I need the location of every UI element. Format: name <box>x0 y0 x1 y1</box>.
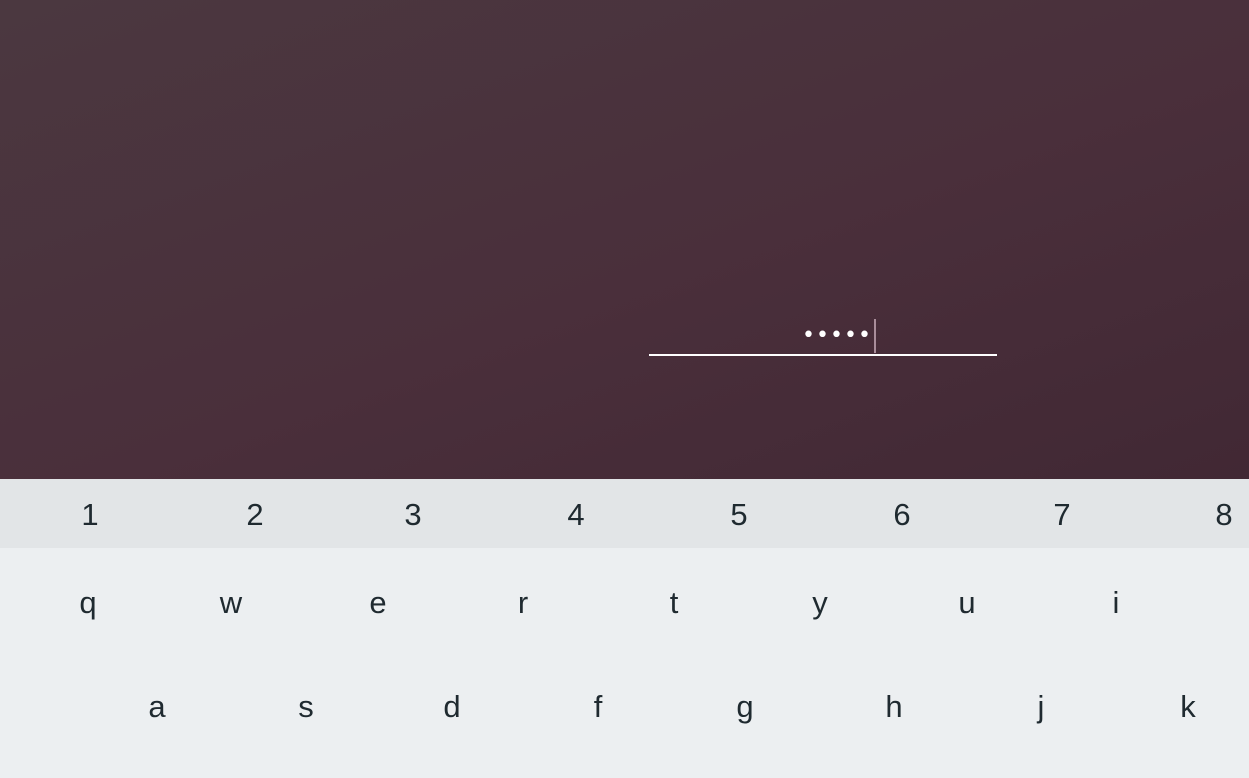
pin-input-field[interactable]: ••••• <box>649 310 997 358</box>
key-s[interactable]: s <box>266 671 346 743</box>
key-d[interactable]: d <box>412 671 492 743</box>
key-g[interactable]: g <box>705 671 785 743</box>
key-f[interactable]: f <box>558 671 638 743</box>
text-cursor <box>873 319 876 353</box>
key-q[interactable]: q <box>48 567 128 639</box>
key-1[interactable]: 1 <box>50 479 130 548</box>
pin-masked-dots: ••••• <box>802 323 872 348</box>
key-4[interactable]: 4 <box>536 479 616 548</box>
key-r[interactable]: r <box>483 567 563 639</box>
key-h[interactable]: h <box>854 671 934 743</box>
key-a[interactable]: a <box>117 671 197 743</box>
key-e[interactable]: e <box>338 567 418 639</box>
key-j[interactable]: j <box>1001 671 1081 743</box>
key-3[interactable]: 3 <box>373 479 453 548</box>
key-k[interactable]: k <box>1148 671 1228 743</box>
key-w[interactable]: w <box>191 567 271 639</box>
pin-input-value: ••••• <box>649 318 997 354</box>
key-y[interactable]: y <box>780 567 860 639</box>
on-screen-keyboard: 1 2 3 4 5 6 7 8 q w e r t y u i a s d f … <box>0 479 1249 778</box>
keyboard-number-row: 1 2 3 4 5 6 7 8 <box>0 479 1249 548</box>
key-2[interactable]: 2 <box>215 479 295 548</box>
pin-input-underline <box>649 354 997 356</box>
key-7[interactable]: 7 <box>1022 479 1102 548</box>
lock-screen: ••••• 1 2 3 4 5 6 7 8 q w e r t y u i a <box>0 0 1249 778</box>
key-i[interactable]: i <box>1076 567 1156 639</box>
key-5[interactable]: 5 <box>699 479 779 548</box>
key-8[interactable]: 8 <box>1184 479 1249 548</box>
key-u[interactable]: u <box>927 567 1007 639</box>
key-6[interactable]: 6 <box>862 479 942 548</box>
key-t[interactable]: t <box>634 567 714 639</box>
lock-screen-background: ••••• <box>0 0 1249 479</box>
